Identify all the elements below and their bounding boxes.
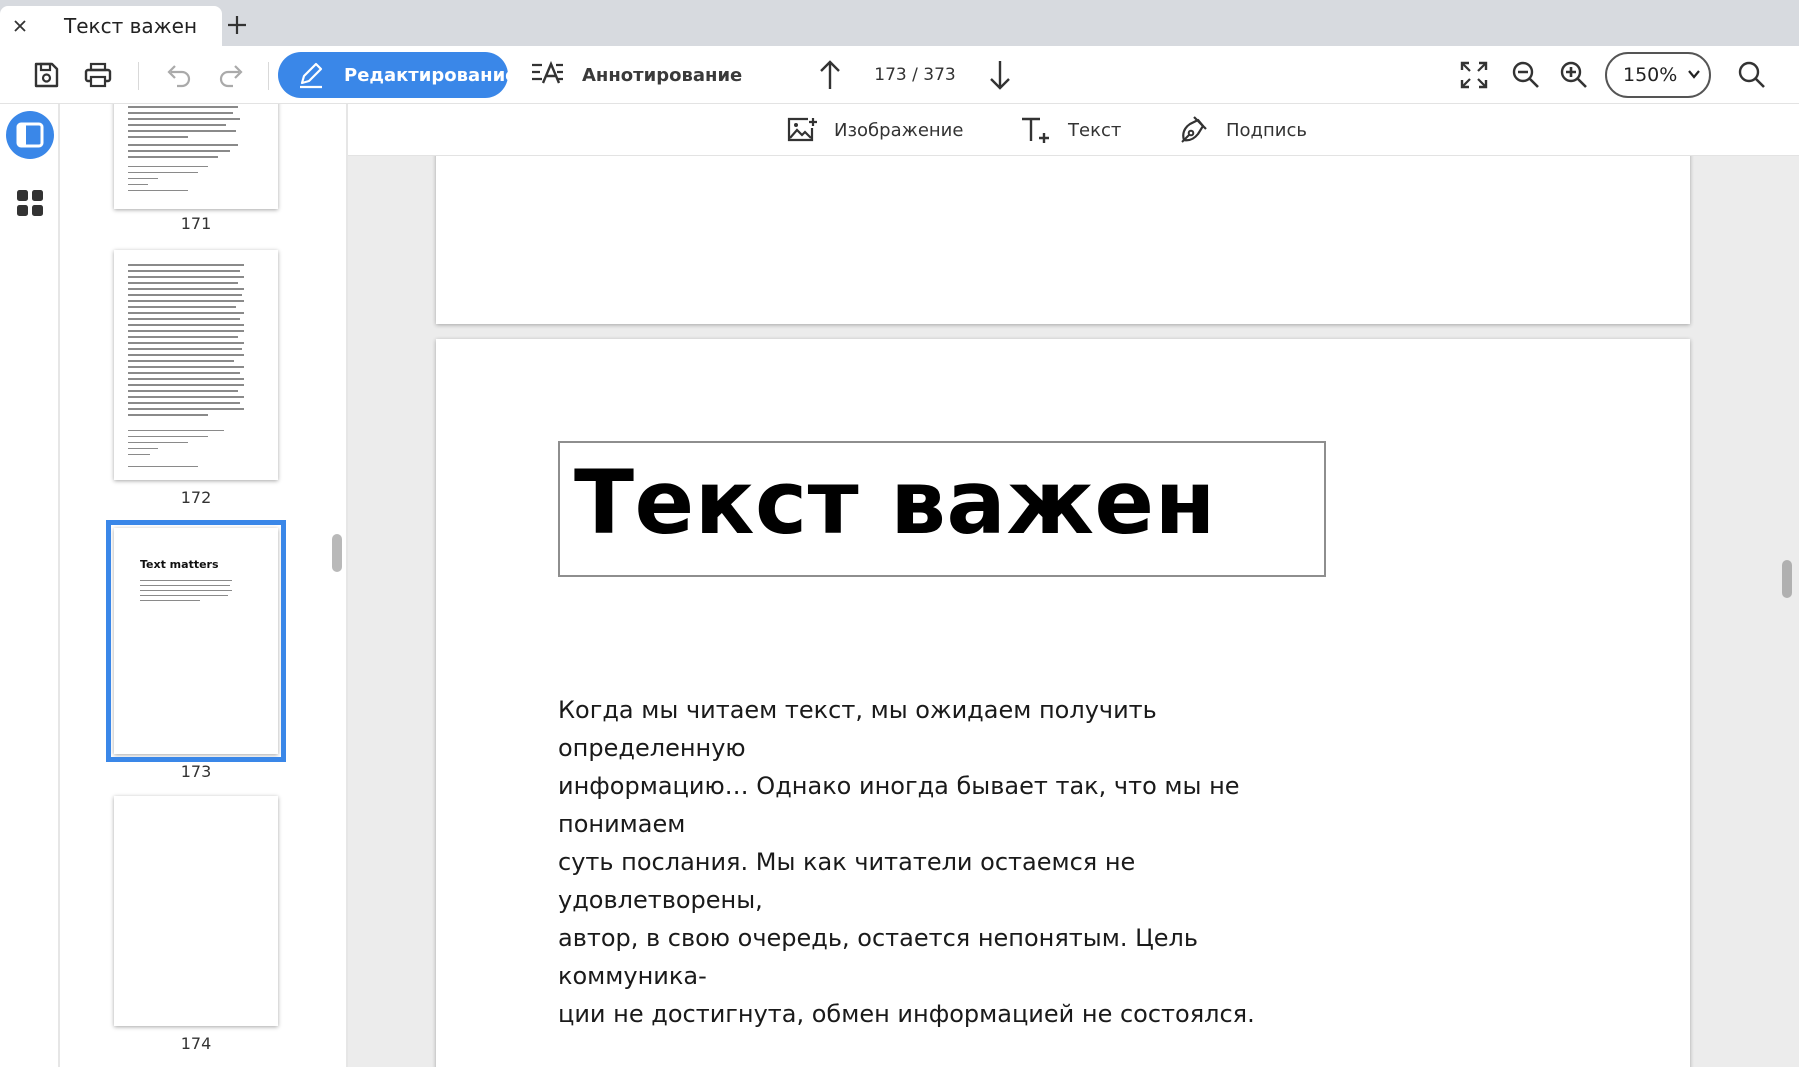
zoom-out-icon [1512, 61, 1539, 88]
current-page: 173 [874, 65, 907, 85]
annotate-mode-button[interactable]: Аннотирование [528, 52, 742, 98]
document-page-172 [436, 156, 1690, 324]
sidebar-panel-icon [6, 111, 54, 159]
zoom-level-value: 150% [1623, 64, 1678, 86]
main-toolbar: Редактирование Аннотирование 173 / 373 1… [0, 46, 1799, 104]
paragraph-line: информацию… Однако иногда бывает так, чт… [558, 772, 1240, 838]
document-tab[interactable]: Текст важен [0, 6, 222, 46]
fullscreen-button[interactable] [1454, 55, 1494, 95]
page-panel-toggle[interactable] [5, 110, 55, 160]
close-tab-button[interactable] [8, 14, 32, 38]
toolbar-separator [268, 62, 269, 90]
document-title: Текст важен [574, 451, 1216, 554]
document-viewer: Текст важен Когда мы читаем текст, мы ож… [348, 156, 1799, 1067]
zoom-in-button[interactable] [1554, 55, 1594, 95]
edit-tools-bar: Изображение Текст Подпись [348, 104, 1799, 156]
document-scrollbar[interactable] [1782, 560, 1792, 598]
zoom-in-icon [1560, 61, 1587, 88]
print-icon [84, 62, 112, 88]
annotate-icon [532, 61, 563, 84]
new-tab-button[interactable] [224, 12, 250, 38]
save-icon [34, 62, 59, 88]
grid-icon [17, 190, 43, 216]
arrow-up-icon [820, 60, 840, 89]
print-button[interactable] [78, 55, 118, 95]
paragraph-line: Когда мы читаем текст, мы ожидаем получи… [558, 696, 1157, 762]
search-button[interactable] [1732, 55, 1772, 95]
signature-pen-icon [1181, 116, 1207, 143]
insert-text-button[interactable]: Текст [1020, 108, 1121, 152]
annotate-mode-label: Аннотирование [582, 64, 743, 86]
thumbnail-label: 171 [180, 214, 212, 233]
page-separator: / [912, 65, 918, 85]
paragraph-line: ции не достигнута, обмен информацией не … [558, 1000, 1255, 1028]
add-text-icon [1022, 117, 1049, 143]
pencil-icon [300, 62, 323, 89]
total-pages: 373 [923, 65, 956, 85]
zoom-level-select[interactable]: 150% [1605, 52, 1711, 98]
paragraph-line: автор, в свою очередь, остается непоняты… [558, 924, 1198, 990]
close-icon [14, 20, 26, 32]
thumbnails-scrollbar[interactable] [332, 534, 342, 572]
page-thumbnail-173[interactable]: Text matters [106, 520, 286, 762]
arrow-down-icon [990, 61, 1010, 90]
document-paragraph[interactable]: Когда мы читаем текст, мы ожидаем получи… [558, 691, 1328, 1033]
undo-icon [167, 65, 191, 88]
tab-bar: Текст важен [0, 0, 1799, 46]
thumbnail-title: Text matters [140, 558, 219, 571]
edit-mode-label: Редактирование [344, 64, 518, 86]
next-page-button[interactable] [980, 55, 1020, 95]
insert-image-label: Изображение [834, 119, 964, 141]
search-icon [1738, 61, 1765, 88]
left-rail [0, 104, 60, 1067]
save-button[interactable] [26, 55, 66, 95]
toolbar-separator [138, 62, 139, 90]
insert-text-label: Текст [1068, 119, 1122, 141]
add-image-icon [787, 117, 817, 142]
chevron-down-icon [1688, 70, 1700, 79]
thumbnail-label: 172 [180, 488, 212, 507]
zoom-out-button[interactable] [1506, 55, 1546, 95]
fullscreen-icon [1460, 61, 1488, 89]
insert-signature-button[interactable]: Подпись [1178, 108, 1307, 152]
undo-button[interactable] [158, 55, 198, 95]
previous-page-button[interactable] [810, 55, 850, 95]
editable-title-box[interactable]: Текст важен [558, 441, 1326, 577]
page-thumbnail-174[interactable] [114, 796, 278, 1026]
page-indicator[interactable]: 173 / 373 [860, 55, 970, 95]
tab-title: Текст важен [64, 14, 198, 38]
insert-signature-label: Подпись [1226, 119, 1307, 141]
plus-icon [228, 16, 246, 34]
thumbnail-label: 173 [180, 762, 212, 781]
document-page-173: Текст важен Когда мы читаем текст, мы ож… [436, 339, 1690, 1067]
redo-icon [219, 65, 243, 88]
paragraph-line: суть послания. Мы как читатели остаемся … [558, 848, 1136, 914]
insert-image-button[interactable]: Изображение [786, 108, 963, 152]
page-thumbnail-171[interactable] [114, 104, 278, 209]
thumbnails-panel: 171 172 Text matters 173 174 [60, 104, 348, 1067]
thumbnail-label: 174 [180, 1034, 212, 1053]
redo-button[interactable] [212, 55, 252, 95]
grid-view-toggle[interactable] [5, 178, 55, 228]
edit-mode-button[interactable]: Редактирование [278, 52, 517, 98]
page-thumbnail-172[interactable] [114, 250, 278, 480]
